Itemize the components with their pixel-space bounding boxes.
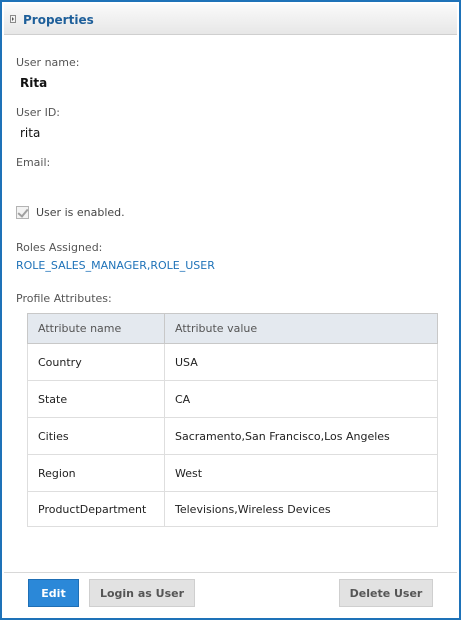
profile-attributes-label: Profile Attributes:: [16, 292, 112, 305]
attribute-name-cell: Region: [27, 454, 165, 492]
attribute-value-cell: Sacramento,San Francisco,Los Angeles: [164, 417, 438, 455]
attribute-name-cell: State: [27, 380, 165, 418]
attribute-value-cell: CA: [164, 380, 438, 418]
table-row[interactable]: Region West: [27, 454, 438, 492]
username-label: User name:: [16, 56, 80, 69]
profile-attributes-table: Attribute name Attribute value Country U…: [27, 313, 438, 527]
attribute-value-cell: Televisions,Wireless Devices: [164, 491, 438, 527]
table-row[interactable]: Country USA: [27, 343, 438, 381]
properties-panel: Properties User name: Rita User ID: rita…: [0, 0, 461, 620]
panel-footer: Edit Login as User Delete User: [4, 572, 457, 616]
panel-title: Properties: [23, 13, 94, 27]
attribute-value-cell: USA: [164, 343, 438, 381]
attribute-name-cell: Cities: [27, 417, 165, 455]
table-row[interactable]: ProductDepartment Televisions,Wireless D…: [27, 491, 438, 527]
check-icon: [17, 206, 29, 218]
enabled-checkbox[interactable]: [16, 206, 29, 219]
attribute-name-cell: Country: [27, 343, 165, 381]
column-header-value[interactable]: Attribute value: [164, 313, 438, 344]
table-header-row: Attribute name Attribute value: [27, 313, 438, 344]
email-label: Email:: [16, 156, 51, 169]
enabled-label: User is enabled.: [36, 206, 125, 219]
table-row[interactable]: State CA: [27, 380, 438, 418]
roles-label: Roles Assigned:: [16, 241, 103, 254]
edit-button[interactable]: Edit: [28, 579, 79, 607]
column-header-name[interactable]: Attribute name: [27, 313, 165, 344]
userid-value: rita: [20, 126, 41, 140]
userid-label: User ID:: [16, 106, 60, 119]
collapse-icon[interactable]: [10, 15, 16, 23]
attribute-value-cell: West: [164, 454, 438, 492]
panel-header: Properties: [4, 4, 457, 35]
roles-value: ROLE_SALES_MANAGER,ROLE_USER: [16, 259, 215, 272]
table-row[interactable]: Cities Sacramento,San Francisco,Los Ange…: [27, 417, 438, 455]
attribute-name-cell: ProductDepartment: [27, 491, 165, 527]
delete-user-button[interactable]: Delete User: [339, 579, 433, 607]
username-value: Rita: [20, 76, 48, 90]
login-as-user-button[interactable]: Login as User: [89, 579, 195, 607]
